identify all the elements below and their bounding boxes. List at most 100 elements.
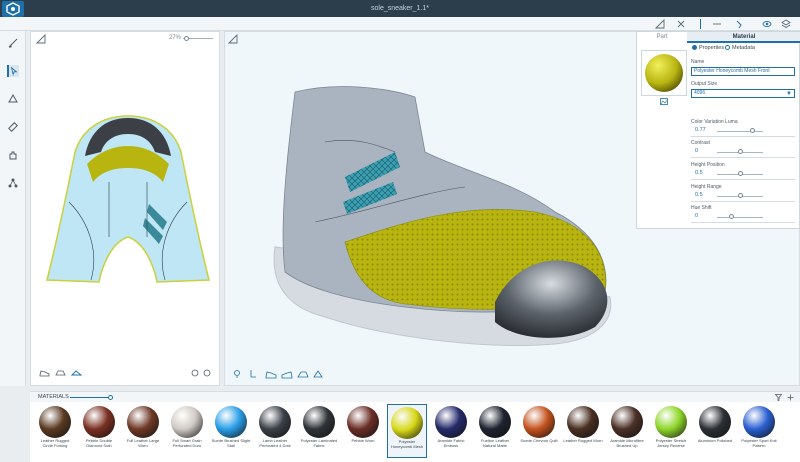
shoe-top-icon[interactable] — [55, 369, 66, 377]
material-swatch — [39, 406, 71, 438]
slider-value[interactable]: 0.5 — [695, 192, 703, 198]
slider-knob[interactable] — [738, 171, 743, 176]
slider-track[interactable] — [717, 217, 763, 218]
material-tile[interactable]: Leather Rugged Circle Forking — [35, 404, 75, 458]
zoom-level: 27% — [168, 35, 181, 41]
slider-knob[interactable] — [728, 214, 734, 219]
material-tile[interactable]: Full Smart Grain Perforated Duro — [167, 404, 207, 458]
hand-icon[interactable] — [7, 149, 19, 161]
material-tile[interactable]: Full Leather Large Worn — [123, 404, 163, 458]
materials-library: Leather Rugged Circle Forking Pebble Doub… — [30, 402, 800, 462]
material-tile[interactable]: Leather Rugged Worn — [563, 404, 603, 458]
radio-properties-label: Properties — [699, 45, 725, 51]
slider-divider — [691, 201, 795, 202]
material-tile[interactable]: Suede Chevron Quilt — [519, 404, 559, 458]
material-preview-sphere — [645, 54, 683, 92]
tree-icon[interactable] — [7, 177, 19, 189]
tab-part[interactable]: Part — [637, 32, 687, 43]
material-tile[interactable]: Pebble Worn — [343, 404, 383, 458]
pattern-2d-panel[interactable]: 27% — [30, 31, 220, 386]
ruler-icon[interactable] — [36, 34, 46, 44]
app-logo[interactable] — [2, 1, 24, 17]
line-icon[interactable] — [712, 19, 722, 29]
slider-value[interactable]: 0.5 — [695, 170, 703, 176]
slider-row[interactable]: 0.5 — [691, 192, 795, 202]
shoe-front-icon[interactable] — [313, 369, 323, 379]
light-icon[interactable] — [233, 369, 241, 379]
materials-size-slider[interactable] — [70, 397, 110, 398]
material-swatch — [523, 406, 555, 438]
material-tile[interactable]: Polyester Laminated Fabric — [299, 404, 339, 458]
material-tile[interactable]: Pebble Double Diamond Suth — [79, 404, 119, 458]
pin-icon[interactable] — [734, 19, 744, 29]
shoe-side-icon[interactable] — [39, 369, 50, 377]
radio-metadata-label: Metadata — [732, 45, 755, 51]
material-tile[interactable]: Lamb Leather Perforated 4 Dots — [255, 404, 295, 458]
material-tile[interactable]: Polyester Sport Knit Pattern — [739, 404, 779, 458]
material-swatch — [83, 406, 115, 438]
layers-icon[interactable] — [781, 19, 791, 29]
material-swatch — [567, 406, 599, 438]
slider-label: Height Position — [691, 162, 725, 168]
output-size-label: Output Size — [691, 81, 718, 87]
title-bar: sole_sneaker_1.1* — [0, 0, 800, 17]
flattened-pattern[interactable] — [39, 112, 217, 312]
slider-knob[interactable] — [738, 193, 743, 198]
ruler-icon[interactable] — [228, 34, 238, 44]
shoe-model[interactable] — [265, 82, 655, 372]
material-name: Polyester Honeycomb Mesh — [390, 439, 424, 449]
eye-icon[interactable] — [762, 19, 772, 29]
slider-row[interactable]: 0.77 — [691, 127, 795, 137]
material-swatch — [655, 406, 687, 438]
material-name: Suede Chevron Quilt — [520, 438, 558, 443]
zoom-slider-knob[interactable] — [184, 36, 189, 41]
material-tile[interactable]: Aluminum Polished — [695, 404, 735, 458]
lasso-icon[interactable] — [7, 93, 19, 105]
image-icon[interactable] — [660, 98, 668, 105]
material-swatch — [259, 406, 291, 438]
brush-icon[interactable] — [7, 37, 19, 49]
shoe-front-icon[interactable] — [71, 369, 82, 377]
tab-material[interactable]: Material — [687, 32, 800, 43]
material-swatch — [743, 406, 775, 438]
material-tile[interactable]: Aramide Fabric Emboss — [431, 404, 471, 458]
slider-track[interactable] — [717, 131, 763, 132]
output-size-select[interactable]: 4096 ▼ — [691, 89, 795, 98]
material-tile[interactable]: Polyester Stretch Jersey Reverse — [651, 404, 691, 458]
material-tile[interactable]: Polyester Honeycomb Mesh — [387, 404, 427, 458]
slider-row[interactable]: 0 — [691, 148, 795, 158]
slider-row[interactable]: 0 — [691, 213, 795, 223]
material-swatch — [391, 407, 423, 439]
slider-value[interactable]: 0.77 — [695, 127, 706, 133]
rotate-right-icon[interactable] — [203, 369, 211, 377]
rotate-left-icon[interactable] — [191, 369, 199, 377]
ruler-icon[interactable] — [655, 19, 665, 29]
materials-size-knob[interactable] — [108, 395, 113, 400]
filter-icon[interactable] — [775, 394, 782, 401]
shoe-side-icon[interactable] — [265, 369, 277, 379]
output-size-value: 4096 — [694, 90, 706, 96]
radio-properties[interactable]: Properties — [692, 45, 724, 51]
top-toolbar — [0, 17, 800, 31]
material-swatch — [479, 406, 511, 438]
material-tile[interactable]: Suede Brushed Slight Stall — [211, 404, 251, 458]
slider-knob[interactable] — [738, 149, 743, 154]
shoe-side-right-icon[interactable] — [281, 369, 293, 379]
material-swatch — [215, 406, 247, 438]
slider-value[interactable]: 0 — [695, 213, 698, 219]
slider-value[interactable]: 0 — [695, 148, 698, 154]
measure-icon[interactable] — [7, 121, 19, 133]
material-name-input[interactable]: Polyester Honeycomb Mesh Front — [691, 67, 795, 76]
shoe-top-icon[interactable] — [297, 369, 309, 379]
boot-icon[interactable] — [249, 369, 257, 379]
slider-knob[interactable] — [750, 128, 756, 133]
material-tile[interactable]: Aramide Microfibre Brushed Up — [607, 404, 647, 458]
select-arrow-icon[interactable] — [7, 65, 19, 77]
slider-row[interactable]: 0.5 — [691, 170, 795, 180]
radio-metadata[interactable]: Metadata — [725, 45, 755, 51]
material-name: Full Smart Grain Perforated Duro — [172, 438, 202, 448]
grid-icon[interactable] — [676, 19, 686, 29]
add-icon[interactable] — [787, 394, 794, 401]
material-tile[interactable]: Fuelton Leather Natural Matte — [475, 404, 515, 458]
slider-label: Hue Shift — [691, 205, 712, 211]
